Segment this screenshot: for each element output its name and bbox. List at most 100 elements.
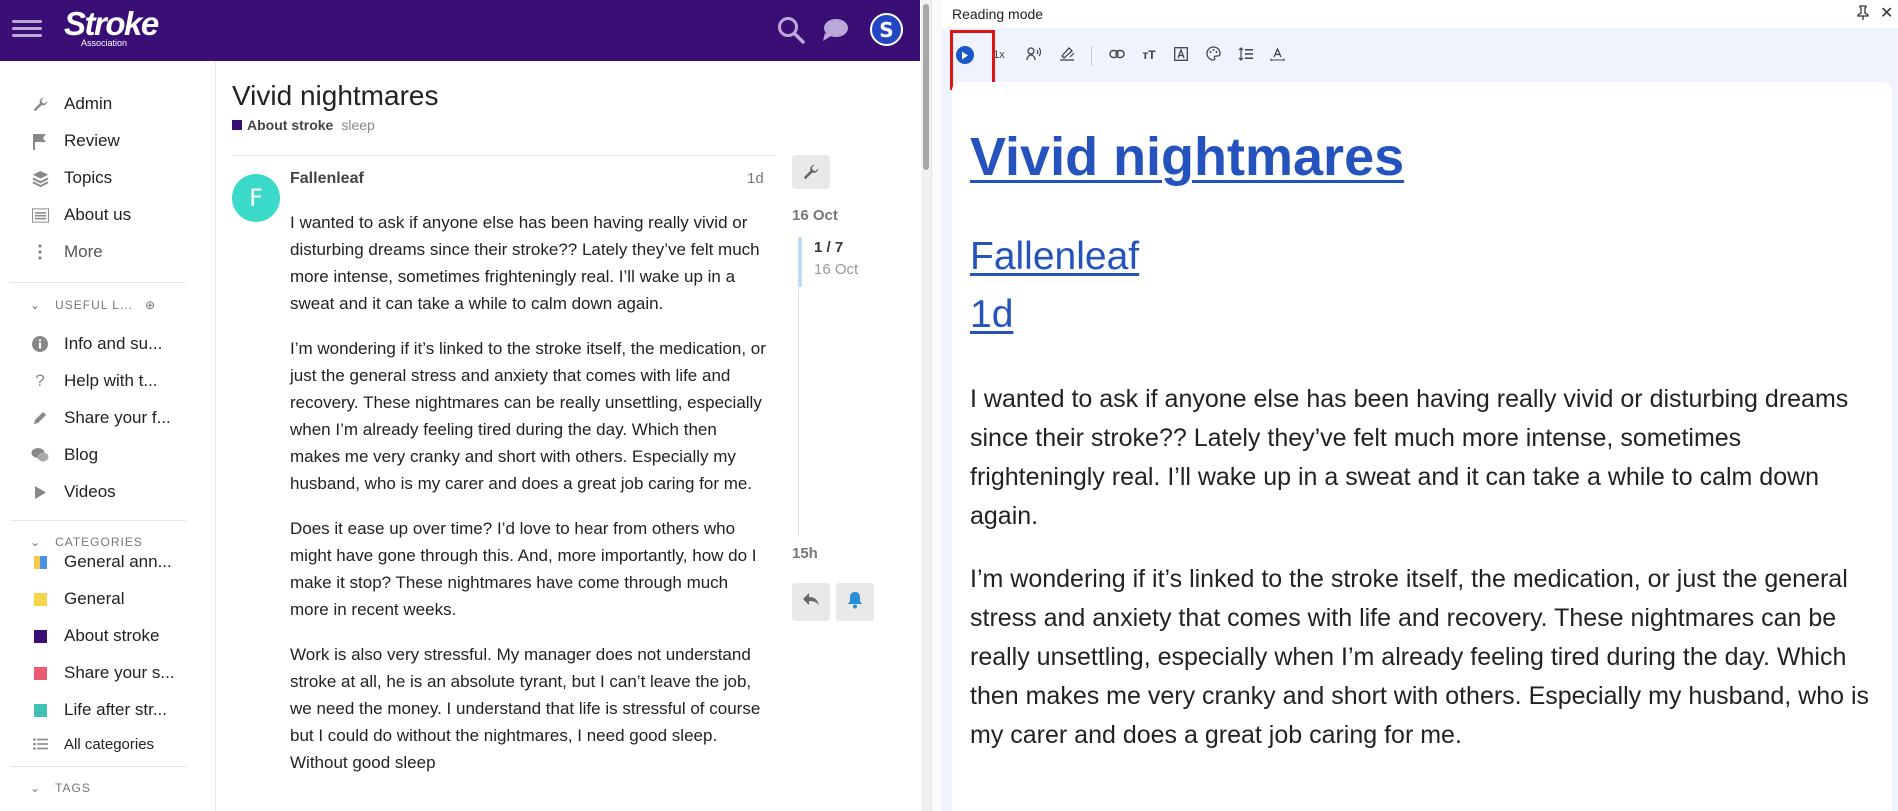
post-paragraph: I’m wondering if it’s linked to the stro… — [290, 339, 766, 493]
timeline-handle[interactable] — [798, 237, 802, 287]
reply-icon — [802, 592, 820, 613]
sidebar-item-help[interactable]: ? Help with t... — [30, 368, 158, 394]
topic-meta: About stroke sleep — [232, 117, 912, 133]
reading-mode-title: Reading mode — [952, 6, 1044, 22]
sidebar-item-review[interactable]: Review — [30, 128, 120, 154]
font-button[interactable] — [1168, 42, 1194, 68]
reading-paragraph: I’m wondering if it’s linked to the stro… — [970, 565, 1870, 749]
voice-button[interactable] — [1020, 42, 1046, 68]
useful-links-header[interactable]: ⌄ USEFUL L... ⊕ — [30, 295, 156, 315]
question-icon: ? — [35, 371, 45, 390]
pin-icon[interactable] — [1856, 5, 1872, 21]
reading-mode-content: Vivid nightmares Fallenleaf 1d I wanted … — [952, 82, 1892, 811]
category-badge[interactable]: About stroke — [247, 117, 333, 133]
topic-title[interactable]: Vivid nightmares — [232, 80, 912, 112]
timeline-start-date[interactable]: 16 Oct — [792, 207, 838, 224]
sidebar-item-label: Videos — [64, 482, 116, 501]
sidebar-item-label: General — [64, 589, 125, 608]
speed-button[interactable]: 1x — [986, 42, 1012, 68]
topic-timeline: 16 Oct 1 / 7 16 Oct 15h — [792, 155, 902, 675]
logo-main-text: Stroke — [64, 5, 159, 42]
sidebar-item-info[interactable]: Info and su... — [30, 331, 162, 357]
top-header: Stroke Association S — [0, 0, 920, 61]
timeline-end-date[interactable]: 15h — [792, 545, 818, 562]
sidebar-item-category[interactable]: General ann... — [30, 549, 172, 575]
reading-author-link[interactable]: Fallenleaf — [970, 235, 1139, 279]
bell-icon — [847, 591, 863, 614]
chat-icon — [30, 445, 50, 465]
sidebar-divider — [10, 282, 186, 283]
sidebar-item-label: Info and su... — [64, 334, 163, 353]
panel-divider[interactable] — [931, 0, 942, 811]
close-icon[interactable]: ✕ — [1880, 3, 1893, 22]
tags-heading: TAGS — [55, 781, 91, 795]
font-icon — [1174, 46, 1188, 64]
pencil-icon — [30, 408, 50, 428]
sidebar-item-blog[interactable]: Blog — [30, 442, 98, 468]
text-size-icon: ᴛT — [1142, 48, 1156, 62]
sidebar-divider — [10, 520, 186, 521]
letter-spacing-button[interactable] — [1264, 42, 1290, 68]
speed-label: 1x — [993, 49, 1005, 61]
play-button[interactable] — [952, 42, 978, 68]
post-divider — [232, 155, 776, 156]
sidebar-item-admin[interactable]: Admin — [30, 91, 112, 117]
sidebar-item-videos[interactable]: Videos — [30, 479, 116, 505]
sidebar-item-label: Admin — [64, 94, 113, 113]
toolbar-separator — [1091, 46, 1092, 66]
sidebar-item-label: Blog — [64, 445, 99, 464]
sidebar-item-all-categories[interactable]: All categories — [30, 731, 154, 757]
category-swatch — [30, 552, 50, 572]
voice-icon — [1025, 46, 1041, 64]
sidebar-item-label: Topics — [64, 168, 113, 187]
post-body: I wanted to ask if anyone else has been … — [290, 209, 770, 794]
reading-title-link[interactable]: Vivid nightmares — [970, 126, 1404, 188]
category-swatch — [232, 120, 242, 130]
sidebar-item-category[interactable]: General — [30, 586, 124, 612]
sidebar-item-topics[interactable]: Topics — [30, 165, 112, 191]
highlighter-icon — [1059, 46, 1075, 64]
notification-button[interactable] — [836, 583, 874, 621]
reply-button[interactable] — [792, 583, 830, 621]
site-logo[interactable]: Stroke Association — [64, 5, 159, 49]
color-theme-button[interactable] — [1200, 42, 1226, 68]
flag-icon — [30, 131, 50, 151]
add-link-icon[interactable]: ⊕ — [145, 298, 156, 312]
link-icon — [1109, 49, 1125, 62]
sidebar-item-share-feedback[interactable]: Share your f... — [30, 405, 171, 431]
tags-header[interactable]: ⌄ TAGS — [30, 778, 91, 798]
text-size-button[interactable]: ᴛT — [1136, 42, 1162, 68]
wrench-icon — [30, 94, 50, 114]
sidebar-item-category[interactable]: Life after str... — [30, 697, 167, 723]
sidebar-item-about-us[interactable]: About us — [30, 202, 131, 228]
sidebar-item-label: Share your s... — [64, 663, 175, 682]
info-icon — [30, 334, 50, 354]
reading-mode-toolbar: 1x ᴛT — [942, 28, 1898, 80]
chat-icon[interactable] — [818, 13, 852, 47]
hamburger-menu-icon[interactable] — [12, 16, 42, 44]
search-icon[interactable] — [774, 13, 808, 47]
reading-age-link[interactable]: 1d — [970, 293, 1013, 337]
sidebar-item-category[interactable]: About stroke — [30, 623, 159, 649]
topic-tag[interactable]: sleep — [341, 117, 374, 133]
vertical-ellipsis-icon — [30, 242, 50, 262]
user-avatar[interactable]: S — [870, 13, 903, 46]
sidebar-item-label: Help with t... — [64, 371, 158, 390]
post-avatar[interactable]: F — [232, 174, 280, 222]
line-spacing-icon — [1238, 46, 1253, 64]
scrollbar-thumb[interactable] — [923, 4, 929, 170]
link-button[interactable] — [1104, 42, 1130, 68]
post-age[interactable]: 1d — [747, 170, 764, 187]
sidebar-item-more[interactable]: More — [30, 239, 103, 265]
admin-wrench-button[interactable] — [792, 155, 830, 189]
forum-scrollbar[interactable] — [921, 0, 931, 811]
sidebar-divider — [10, 766, 186, 767]
highlight-button[interactable] — [1054, 42, 1080, 68]
sidebar-item-category[interactable]: Share your s... — [30, 660, 175, 686]
line-spacing-button[interactable] — [1232, 42, 1258, 68]
timeline-position-date: 16 Oct — [814, 261, 859, 278]
useful-links-heading: USEFUL L... — [55, 298, 133, 312]
category-swatch — [30, 663, 50, 683]
post-username[interactable]: Fallenleaf — [290, 170, 364, 188]
chevron-down-icon: ⌄ — [30, 535, 42, 549]
